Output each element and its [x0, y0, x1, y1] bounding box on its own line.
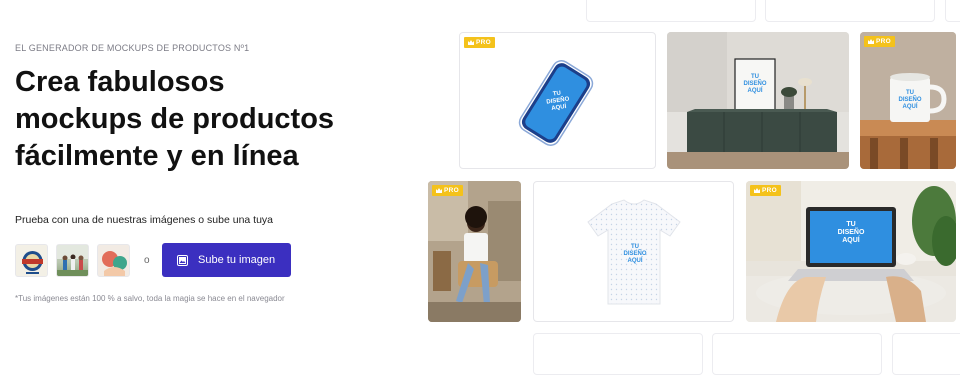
gallery-card-partial[interactable] [765, 0, 935, 22]
design-placeholder-text: TU DISEÑO AQUÍ [546, 90, 570, 112]
laptop-mockup-card[interactable]: PRO TU DISEÑO AQUÍ [746, 181, 956, 322]
pro-badge: PRO [432, 185, 463, 196]
crown-icon [754, 188, 760, 193]
crown-icon [436, 188, 442, 193]
pro-badge-label: PRO [762, 187, 777, 194]
pro-badge: PRO [864, 36, 895, 47]
title-line-2: mockups de productos [15, 103, 335, 135]
mug-mockup-card[interactable]: PRO TU DISEÑO AQUÍ [860, 32, 956, 169]
gallery-card-partial[interactable] [533, 333, 703, 375]
beer-label-thumb[interactable] [15, 243, 48, 277]
gallery-card-partial[interactable] [712, 333, 882, 375]
hands-illustration-thumb[interactable] [97, 243, 130, 277]
or-separator: o [144, 254, 150, 266]
sample-prompt: Prueba con una de nuestras imágenes o su… [15, 214, 274, 226]
beer-label-graphic [22, 250, 43, 274]
upload-button-label: Sube tu imagen [198, 254, 276, 266]
title-line-1: Crea fabulosos [15, 66, 225, 98]
hands-illustration-graphic [102, 250, 127, 276]
privacy-footnote: *Tus imágenes están 100 % a salvo, toda … [15, 294, 285, 303]
group-photo-graphic [57, 244, 88, 276]
group-photo-thumb[interactable] [56, 243, 89, 277]
pro-badge: PRO [464, 37, 495, 48]
tshirt-model-card[interactable]: PRO [428, 181, 521, 322]
pro-badge-label: PRO [476, 39, 491, 46]
laptop-mockup-graphic [746, 181, 956, 322]
sample-images-row: o Sube tu imagen [15, 243, 291, 277]
pro-badge: PRO [750, 185, 781, 196]
title-line-3: fácilmente y en línea [15, 140, 299, 172]
upload-image-button[interactable]: Sube tu imagen [161, 243, 291, 277]
crown-icon [868, 39, 874, 44]
hero-section: EL GENERADOR DE MOCKUPS DE PRODUCTOS Nº1… [0, 0, 400, 351]
gallery-card-partial[interactable] [892, 333, 960, 375]
pro-badge-label: PRO [876, 38, 891, 45]
image-upload-icon [177, 254, 189, 266]
crown-icon [468, 40, 474, 45]
tshirt-model-graphic [428, 181, 521, 322]
gallery-card-partial[interactable] [945, 0, 960, 22]
phone-mockup-card[interactable]: PRO TU DISEÑO AQUÍ [459, 32, 656, 169]
design-placeholder-text: TU DISEÑO AQUÍ [743, 74, 767, 94]
page-title: Crea fabulosos mockups de productos fáci… [15, 64, 395, 175]
design-placeholder-text: TU DISEÑO AQUÍ [898, 90, 922, 110]
design-placeholder-text: TU DISEÑO AQUÍ [623, 244, 647, 264]
frame-sideboard-card[interactable]: TU DISEÑO AQUÍ [667, 32, 849, 169]
frame-sideboard-graphic [667, 32, 849, 169]
pro-badge-label: PRO [444, 187, 459, 194]
eyebrow-text: EL GENERADOR DE MOCKUPS DE PRODUCTOS Nº1 [15, 43, 250, 53]
design-placeholder-text: TU DISEÑO AQUÍ [837, 221, 865, 244]
tshirt-flat-card[interactable]: TU DISEÑO AQUÍ [533, 181, 734, 322]
gallery-card-partial[interactable] [586, 0, 756, 22]
